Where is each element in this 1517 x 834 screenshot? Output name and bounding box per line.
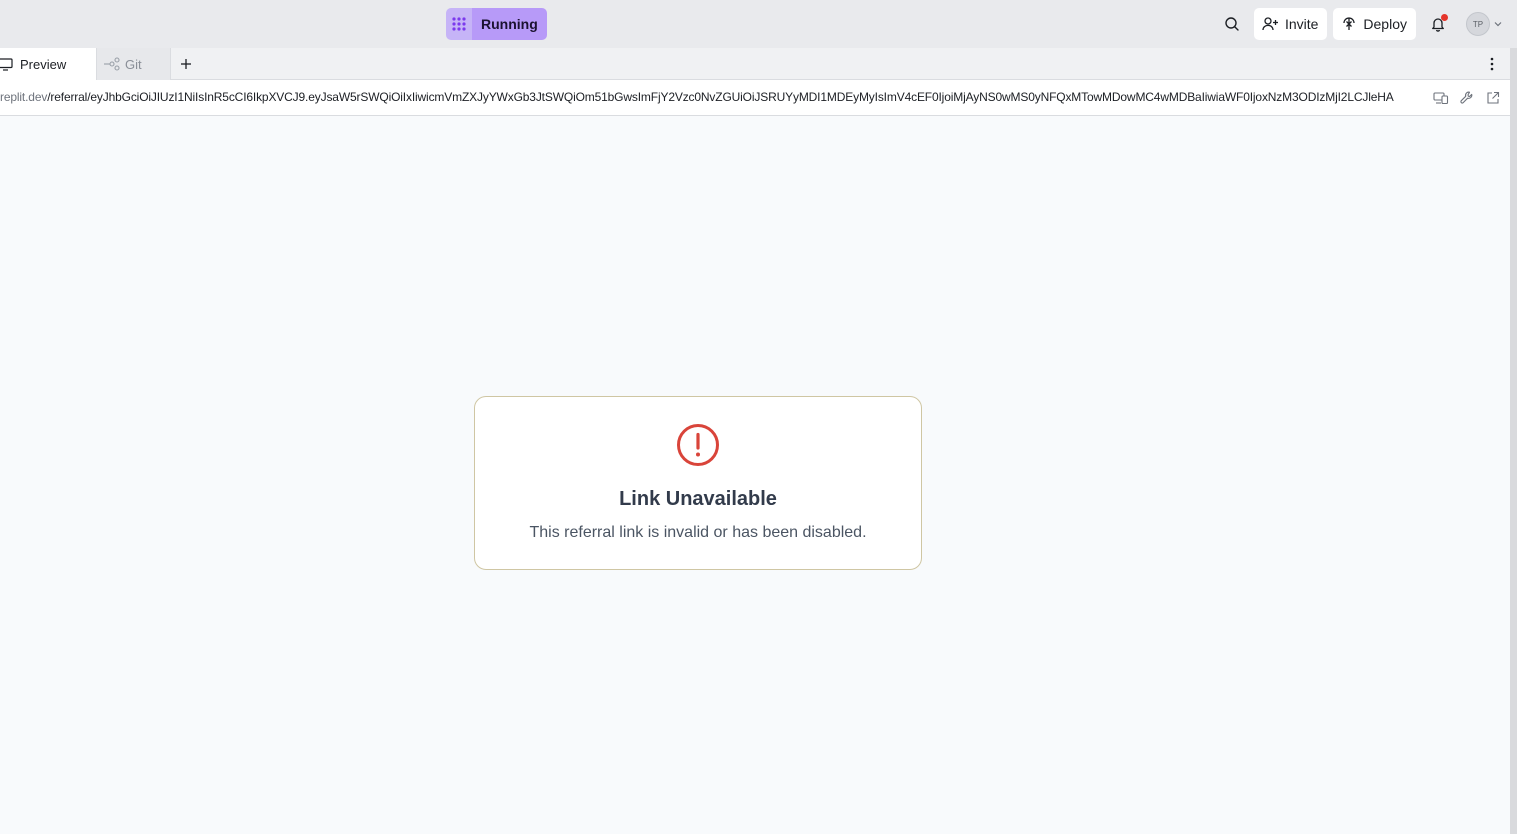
- user-plus-icon: [1262, 17, 1278, 31]
- error-message: This referral link is invalid or has bee…: [529, 524, 867, 541]
- chevron-down-icon: [1494, 22, 1502, 27]
- account-menu[interactable]: TP: [1466, 12, 1503, 36]
- pane-menu-button[interactable]: [1482, 54, 1502, 74]
- avatar: TP: [1466, 12, 1490, 36]
- tab-preview[interactable]: Preview: [0, 48, 96, 80]
- tab-git-label: Git: [125, 56, 142, 72]
- tab-git[interactable]: Git: [96, 48, 171, 80]
- url-host: replit.dev: [0, 90, 48, 104]
- open-new-tab-button[interactable]: [1484, 88, 1502, 108]
- url-input[interactable]: replit.dev/referral/eyJhbGciOiJIUzI1NiIs…: [0, 90, 1426, 108]
- tab-bar: Preview Git: [0, 48, 1510, 80]
- wrench-icon: [1460, 91, 1473, 104]
- monitor-icon: [0, 58, 13, 71]
- git-branch-icon: [104, 57, 120, 71]
- url-path: /referral/eyJhbGciOiJIUzI1NiIsInR5cCI6Ik…: [47, 90, 1394, 104]
- url-bar: replit.dev/referral/eyJhbGciOiJIUzI1NiIs…: [0, 80, 1510, 116]
- alert-circle-icon: [677, 424, 719, 466]
- deploy-button[interactable]: Deploy: [1333, 8, 1416, 40]
- top-bar: Running Invite Deploy TP: [0, 0, 1517, 48]
- invite-button[interactable]: Invite: [1253, 8, 1328, 40]
- header-actions: Invite Deploy TP: [1216, 8, 1503, 40]
- devtools-button[interactable]: [1458, 88, 1476, 108]
- notifications-button[interactable]: [1422, 8, 1454, 40]
- invite-label: Invite: [1284, 16, 1319, 32]
- url-actions: [1432, 88, 1502, 108]
- search-button[interactable]: [1216, 8, 1248, 40]
- running-button[interactable]: Running: [472, 8, 547, 40]
- deploy-icon: [1343, 17, 1356, 30]
- more-vertical-icon: [1490, 57, 1494, 71]
- tab-preview-label: Preview: [20, 56, 67, 72]
- devices-button[interactable]: [1432, 88, 1450, 108]
- plus-icon: [181, 59, 191, 69]
- notification-dot: [1441, 14, 1448, 21]
- pane-resize-edge[interactable]: [1510, 48, 1517, 834]
- search-icon: [1225, 17, 1239, 31]
- error-card: Link Unavailable This referral link is i…: [474, 396, 922, 570]
- workflow-grid-button[interactable]: [446, 8, 472, 40]
- add-tab-button[interactable]: [176, 54, 196, 74]
- error-title: Link Unavailable: [619, 488, 777, 510]
- run-control: Running: [446, 8, 547, 40]
- devices-icon: [1433, 92, 1449, 105]
- deploy-label: Deploy: [1363, 16, 1407, 32]
- grid-dots-icon: [452, 17, 466, 31]
- external-link-icon: [1487, 91, 1500, 104]
